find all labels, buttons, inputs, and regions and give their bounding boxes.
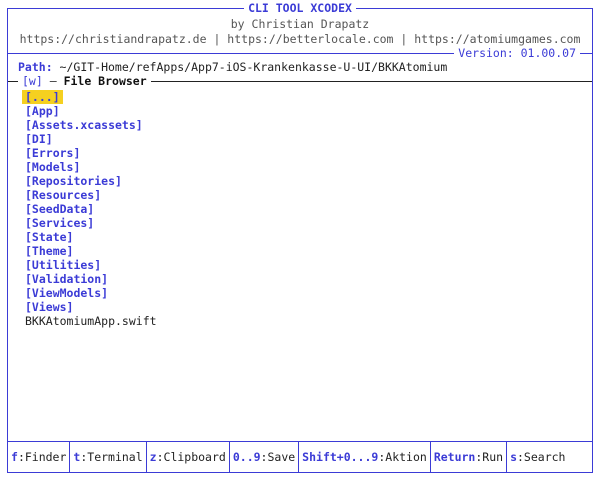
shortcut-label: :Clipboard [156, 450, 226, 464]
list-item-folder[interactable]: [...] [18, 90, 157, 104]
list-item-file[interactable]: BKKAtomiumApp.swift [18, 314, 157, 328]
app-title: CLI TOOL XCODEX [244, 1, 356, 15]
list-item-folder[interactable]: [Validation] [18, 272, 157, 286]
shortcut-label: :Save [260, 450, 296, 464]
list-item-folder[interactable]: [Utilities] [18, 258, 157, 272]
item-label: [Services] [25, 216, 95, 230]
list-item-folder[interactable]: [Assets.xcassets] [18, 118, 157, 132]
list-item-folder[interactable]: [DI] [18, 132, 157, 146]
list-item-folder[interactable]: [Repositories] [18, 174, 157, 188]
shortcut-bar: f:Finder t:Terminal z:Clipboard 0..9:Save Sh… [8, 441, 592, 472]
item-label: [Utilities] [25, 258, 102, 272]
file-browser-title: File Browser [63, 74, 147, 88]
list-item-folder[interactable]: [Models] [18, 160, 157, 174]
file-browser-header: [w] — File Browser [18, 74, 151, 88]
shortcut-label: :Aktion [378, 450, 427, 464]
shortcut-button[interactable]: s:Search [507, 442, 568, 472]
shortcut-key: Return [433, 450, 476, 464]
shortcut-button[interactable]: z:Clipboard [147, 442, 230, 472]
version-label: Version: 01.00.07 [454, 46, 580, 60]
selected-item-label: [...] [22, 90, 63, 104]
item-label: [Models] [25, 160, 81, 174]
item-label: [SeedData] [25, 202, 95, 216]
file-browser-shortcut: [w] [22, 74, 43, 88]
shortcut-label: :Search [517, 450, 566, 464]
shortcut-label: :Run [475, 450, 504, 464]
shortcut-button[interactable]: Shift+0...9:Aktion [299, 442, 431, 472]
shortcut-label: :Terminal [80, 450, 143, 464]
item-label: [Repositories] [25, 174, 122, 188]
list-item-folder[interactable]: [App] [18, 104, 157, 118]
list-item-folder[interactable]: [State] [18, 230, 157, 244]
shortcut-button[interactable]: f:Finder [8, 442, 71, 472]
path-label: Path: [18, 60, 53, 74]
app-title-bar: CLI TOOL XCODEX [8, 1, 592, 15]
item-label: [State] [25, 230, 74, 244]
item-label: [Errors] [25, 146, 81, 160]
item-label: [DI] [25, 132, 53, 146]
file-list: [...] [App] [Assets.xcassets] [DI] [Errors][… [18, 90, 157, 328]
shortcut-key: f [11, 450, 18, 464]
app-window: CLI TOOL XCODEX by Christian Drapatz htt… [7, 1, 593, 473]
list-item-folder[interactable]: [Services] [18, 216, 157, 230]
shortcut-key: Shift+0...9 [302, 450, 379, 464]
item-label: [App] [25, 104, 60, 118]
item-label: [Resources] [25, 188, 102, 202]
item-label: [Theme] [25, 244, 74, 258]
item-label: [Validation] [25, 272, 109, 286]
links-line: https://christiandrapatz.de | https://be… [19, 32, 581, 46]
list-item-folder[interactable]: [SeedData] [18, 202, 157, 216]
shortcut-button[interactable]: Return:Run [431, 442, 508, 472]
item-label: [Views] [25, 300, 74, 314]
list-item-folder[interactable]: [Theme] [18, 244, 157, 258]
shortcut-key: s [510, 450, 517, 464]
shortcut-key: 0..9 [232, 450, 261, 464]
author-line: by Christian Drapatz [230, 17, 370, 31]
path-value: ~/GIT-Home/refApps/App7-iOS-Krankenkasse… [52, 60, 448, 74]
item-label: [Assets.xcassets] [25, 118, 143, 132]
item-label: BKKAtomiumApp.swift [25, 314, 157, 328]
item-label: [ViewModels] [25, 286, 109, 300]
shortcut-key: z [149, 450, 157, 464]
shortcut-button[interactable]: t:Terminal [70, 442, 147, 472]
list-item-folder[interactable]: [Views] [18, 300, 157, 314]
shortcut-label: :Finder [17, 450, 67, 464]
list-item-folder[interactable]: [ViewModels] [18, 286, 157, 300]
list-item-folder[interactable]: [Errors] [18, 146, 157, 160]
shortcut-button[interactable]: 0..9:Save [230, 442, 300, 472]
path-line: Path: ~/GIT-Home/refApps/App7-iOS-Kranke… [18, 60, 447, 74]
list-item-folder[interactable]: [Resources] [18, 188, 157, 202]
